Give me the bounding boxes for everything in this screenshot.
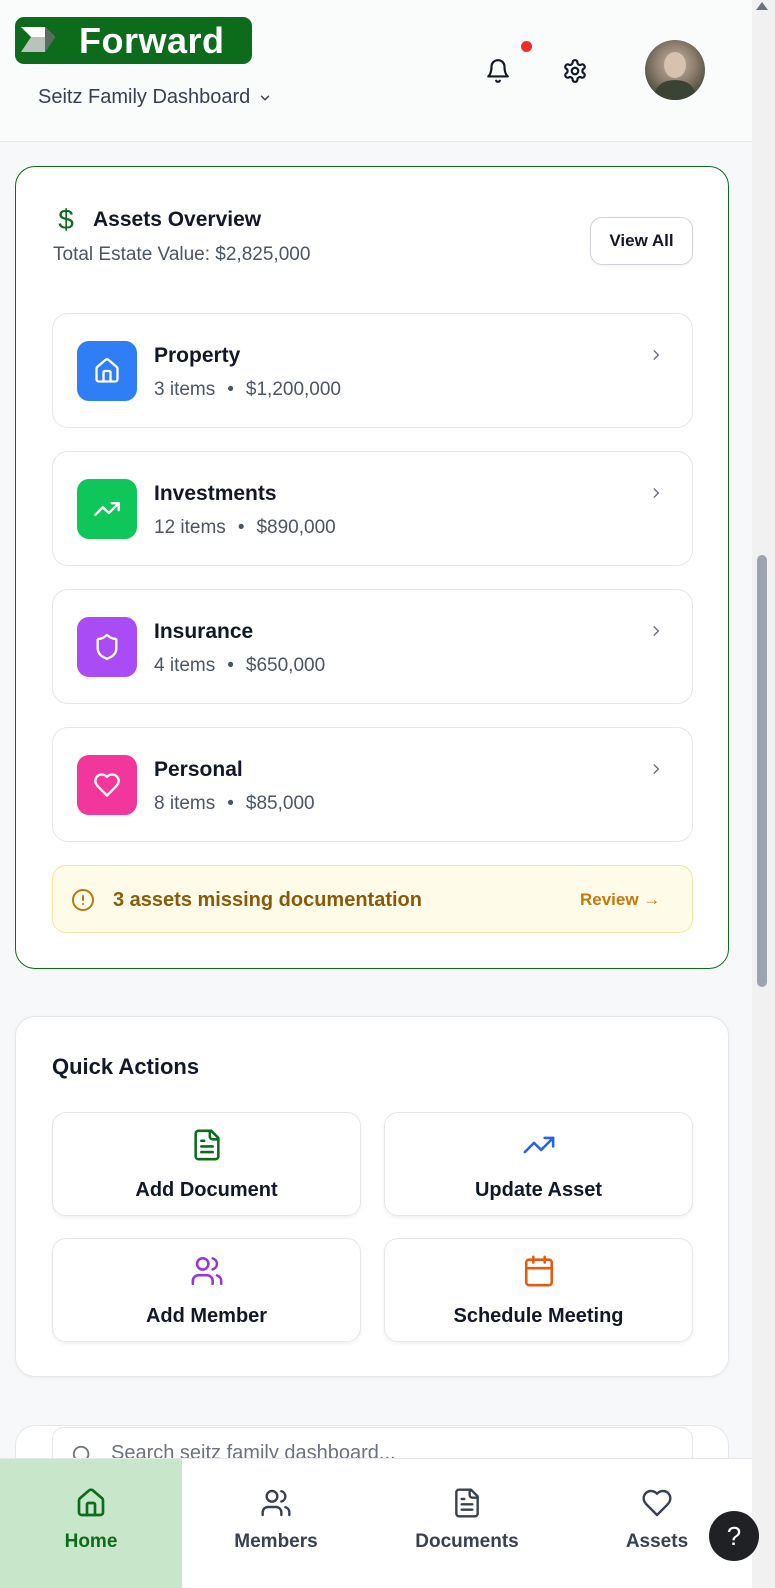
scrollbar-thumb[interactable] — [757, 555, 767, 987]
asset-icon-box — [77, 479, 137, 539]
asset-value: $890,000 — [256, 517, 336, 538]
assets-title: Assets Overview — [93, 208, 262, 231]
assets-overview-card: $ Assets Overview Total Estate Value: $2… — [15, 166, 729, 969]
chevron-right-icon — [653, 350, 660, 360]
chevron-right-icon — [653, 764, 660, 774]
update-asset-button[interactable]: Update Asset — [384, 1112, 693, 1216]
missing-documentation-alert: 3 assets missing documentation Review → — [52, 865, 693, 933]
asset-name: Property — [154, 344, 241, 367]
view-all-button[interactable]: View All — [590, 217, 693, 265]
asset-value: $85,000 — [245, 793, 315, 814]
alert-circle-icon — [72, 889, 94, 911]
action-label: Add Document — [135, 1179, 278, 1201]
logo-arrow-icon — [15, 17, 75, 64]
scroll-up-arrow-icon[interactable] — [756, 2, 768, 10]
asset-name: Investments — [154, 482, 277, 505]
home-icon — [95, 358, 119, 383]
asset-value: $1,200,000 — [245, 379, 341, 400]
heart-icon — [642, 1489, 672, 1517]
app-header: Forward Seitz Family Dashboard — [0, 0, 752, 142]
logo-text: Forward — [79, 19, 225, 61]
asset-meta: 3 items • $1,200,000 — [154, 379, 341, 401]
asset-item-count: 4 items — [154, 655, 216, 676]
asset-row-investments[interactable]: Investments 12 items • $890,000 — [52, 451, 693, 566]
add-document-button[interactable]: Add Document — [52, 1112, 361, 1216]
action-label: Add Member — [145, 1305, 268, 1327]
asset-meta: 8 items • $85,000 — [154, 793, 315, 815]
asset-item-count: 12 items — [154, 517, 226, 538]
users-icon — [261, 1489, 291, 1517]
calendar-icon — [524, 1255, 553, 1287]
dashboard-selector[interactable]: Seitz Family Dashboard — [38, 86, 272, 109]
nav-item-documents[interactable]: Documents — [376, 1459, 558, 1588]
help-button[interactable]: ? — [709, 1511, 759, 1561]
asset-row-personal[interactable]: Personal 8 items • $85,000 — [52, 727, 693, 842]
asset-item-count: 3 items — [154, 379, 216, 400]
trending-up-icon — [94, 502, 120, 516]
separator-dot: • — [227, 793, 234, 814]
asset-icon-box — [77, 341, 137, 401]
nav-item-home[interactable]: Home — [0, 1459, 182, 1588]
asset-name: Insurance — [154, 620, 254, 643]
asset-row-property[interactable]: Property 3 items • $1,200,000 — [52, 313, 693, 428]
trending-up-icon — [523, 1136, 554, 1154]
chevron-right-icon — [653, 626, 660, 636]
asset-icon-box — [77, 617, 137, 677]
shield-icon — [96, 634, 118, 660]
users-icon — [191, 1256, 222, 1286]
total-estate-value: Total Estate Value: $2,825,000 — [53, 244, 311, 265]
user-avatar[interactable] — [645, 40, 705, 100]
asset-icon-box — [77, 755, 137, 815]
asset-row-insurance[interactable]: Insurance 4 items • $650,000 — [52, 589, 693, 704]
review-link[interactable]: Review → — [580, 890, 660, 910]
gear-icon[interactable] — [562, 58, 588, 84]
add-member-button[interactable]: Add Member — [52, 1238, 361, 1342]
dashboard-name: Seitz Family Dashboard — [38, 86, 251, 108]
asset-value: $650,000 — [245, 655, 326, 676]
separator-dot: • — [237, 517, 245, 538]
chevron-right-icon — [653, 488, 660, 498]
quick-actions-card: Quick Actions Add Document Update Asset … — [15, 1016, 729, 1377]
asset-meta: 4 items • $650,000 — [154, 655, 325, 677]
nav-item-members[interactable]: Members — [186, 1459, 366, 1588]
file-text-icon — [455, 1488, 479, 1518]
separator-dot: • — [227, 379, 234, 400]
forward-logo[interactable]: Forward — [15, 17, 252, 64]
nav-label: Documents — [415, 1531, 519, 1552]
bottom-navigation: Home Members Documents Assets — [0, 1458, 752, 1588]
chevron-down-icon — [261, 95, 270, 100]
nav-label: Members — [234, 1531, 318, 1552]
schedule-meeting-button[interactable]: Schedule Meeting — [384, 1238, 693, 1342]
quick-actions-title: Quick Actions — [52, 1054, 200, 1079]
dollar-icon: $ — [58, 204, 74, 235]
nav-label: Home — [64, 1531, 118, 1552]
separator-dot: • — [227, 655, 234, 676]
asset-name: Personal — [154, 758, 243, 781]
nav-label: Assets — [625, 1531, 689, 1552]
file-text-icon — [193, 1129, 220, 1161]
warning-text: 3 assets missing documentation — [113, 889, 422, 911]
notification-dot — [521, 41, 532, 52]
heart-icon — [94, 773, 120, 797]
action-label: Update Asset — [474, 1179, 603, 1201]
home-icon — [77, 1488, 105, 1517]
action-label: Schedule Meeting — [453, 1305, 624, 1327]
assets-title-row: $ Assets Overview — [53, 204, 261, 236]
asset-meta: 12 items • $890,000 — [154, 517, 336, 539]
bell-icon[interactable] — [485, 58, 511, 84]
asset-item-count: 8 items — [154, 793, 216, 814]
